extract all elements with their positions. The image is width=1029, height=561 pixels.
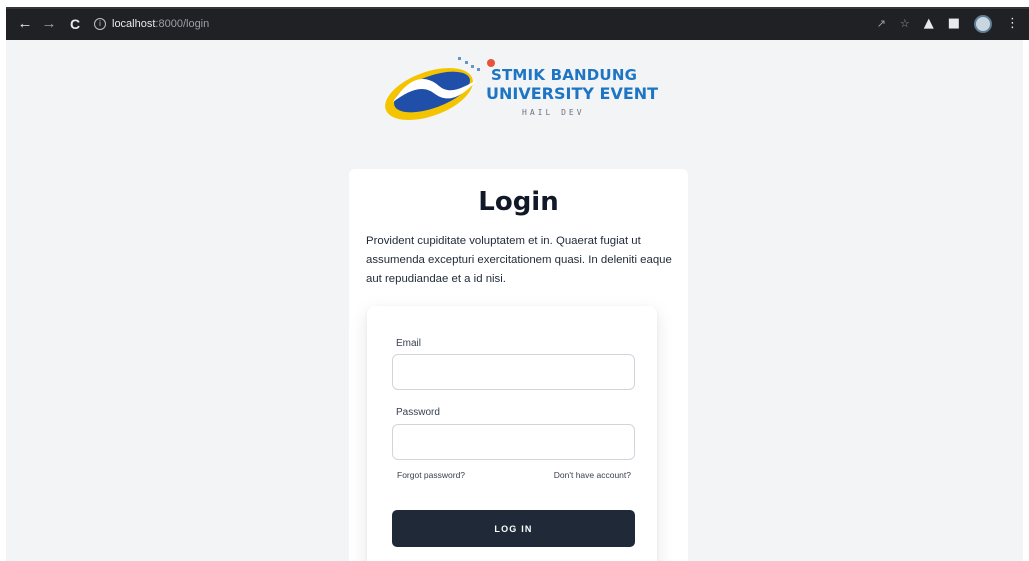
login-form: Email Password Forgot password? Don't ha… — [367, 306, 657, 561]
side-panel-icon[interactable]: ■ — [948, 16, 960, 31]
forward-arrow-icon[interactable]: → — [38, 13, 60, 35]
logo-line-1: STMIK BANDUNG — [491, 66, 638, 84]
tab-strip — [6, 7, 1029, 9]
logo-wordmark: STMIK BANDUNG UNIVERSITY EVENT — [486, 66, 658, 104]
forgot-password-link[interactable]: Forgot password? — [397, 470, 465, 480]
login-button[interactable]: LOG IN — [392, 510, 635, 547]
logo-swoosh-icon — [385, 57, 495, 120]
url-host: localhost — [112, 17, 156, 30]
extensions-puzzle-icon[interactable]: ▲ — [924, 16, 934, 31]
page-body: STMIK BANDUNG UNIVERSITY EVENT HAIL DEV … — [6, 40, 1023, 561]
address-bar[interactable]: i localhost:8000/login — [94, 11, 839, 36]
password-field[interactable] — [392, 424, 635, 460]
email-label: Email — [396, 338, 422, 349]
login-description: Provident cupiditate voluptatem et in. Q… — [366, 235, 672, 285]
email-field[interactable] — [392, 354, 635, 390]
logo-subtitle: HAIL DEV — [522, 108, 585, 117]
logo-line-2: UNIVERSITY EVENT — [486, 84, 659, 103]
university-logo: STMIK BANDUNG UNIVERSITY EVENT HAIL DEV — [379, 50, 661, 128]
url-path: :8000/login — [155, 17, 210, 30]
bookmark-star-icon[interactable]: ☆ — [900, 17, 910, 30]
browser-actions: ↗ ☆ ▲ ■ ⋮ — [877, 14, 1029, 33]
login-card: Login Provident cupiditate voluptatem et… — [349, 169, 688, 561]
menu-kebab-icon[interactable]: ⋮ — [1006, 16, 1019, 31]
login-title: Login — [478, 187, 559, 217]
back-arrow-icon[interactable]: ← — [14, 13, 36, 35]
share-icon[interactable]: ↗ — [877, 17, 886, 30]
register-link[interactable]: Don't have account? — [554, 470, 631, 480]
info-icon[interactable]: i — [94, 17, 106, 30]
password-label: Password — [396, 407, 440, 418]
profile-avatar-icon[interactable] — [974, 14, 992, 33]
reload-icon[interactable]: C — [64, 13, 86, 35]
browser-toolbar: ← → C i localhost:8000/login ↗ ☆ ▲ ■ ⋮ — [6, 7, 1029, 40]
